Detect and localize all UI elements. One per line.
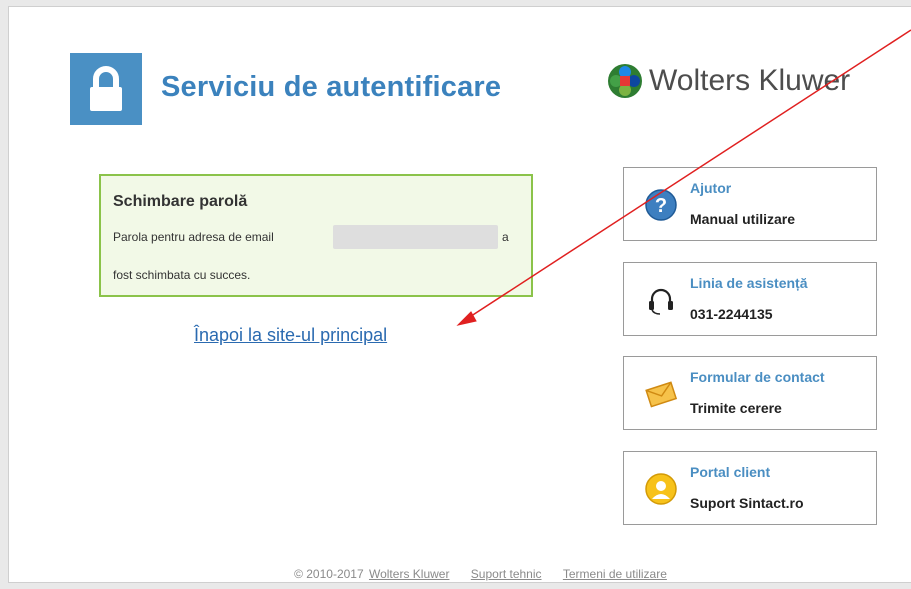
page-title: Serviciu de autentificare <box>161 71 502 103</box>
message-title: Schimbare parolă <box>113 193 248 210</box>
message-text: Parola pentru adresa de email <box>113 230 274 244</box>
contact-form-card[interactable]: Formular de contact Trimite cerere <box>623 356 877 430</box>
lock-tile <box>70 53 142 125</box>
client-portal-subtitle: Suport Sintact.ro <box>690 495 804 511</box>
redacted-email <box>333 225 498 249</box>
help-card-title: Ajutor <box>690 180 732 196</box>
contact-form-title: Formular de contact <box>690 369 825 385</box>
contact-form-subtitle: Trimite cerere <box>690 400 782 416</box>
lock-icon <box>90 66 122 111</box>
message-text-end: a <box>502 230 509 244</box>
footer-terms-link[interactable]: Termeni de utilizare <box>563 567 667 581</box>
headset-icon <box>649 288 673 315</box>
footer-company-link[interactable]: Wolters Kluwer <box>369 567 449 581</box>
help-card[interactable]: ? Ajutor Manual utilizare <box>623 167 877 241</box>
svg-text:?: ? <box>655 195 667 217</box>
client-portal-title: Portal client <box>690 464 771 480</box>
portal-user-icon <box>645 473 677 505</box>
success-message-box: Schimbare parolă Parola pentru adresa de… <box>99 174 533 297</box>
footer: © 2010-2017 Wolters Kluwer Suport tehnic… <box>9 567 911 581</box>
brand-name: Wolters Kluwer <box>649 64 851 97</box>
support-line-phone: 031-2244135 <box>690 306 773 322</box>
client-portal-card[interactable]: Portal client Suport Sintact.ro <box>623 451 877 525</box>
footer-support-link[interactable]: Suport tehnic <box>471 567 542 581</box>
wolters-kluwer-logo-icon <box>608 64 642 98</box>
support-line-title: Linia de asistență <box>690 275 808 291</box>
copyright-text: © 2010-2017 <box>294 567 364 581</box>
message-text-line2: fost schimbata cu succes. <box>113 268 251 282</box>
help-icon: ? <box>645 189 677 221</box>
login-page-frame: Serviciu de autentificare Wolters Kluwer… <box>8 6 911 583</box>
help-card-subtitle: Manual utilizare <box>690 211 796 227</box>
envelope-icon <box>645 381 678 408</box>
back-to-main-site-link[interactable]: Înapoi la site-ul principal <box>194 325 387 346</box>
support-line-card[interactable]: Linia de asistență 031-2244135 <box>623 262 877 336</box>
